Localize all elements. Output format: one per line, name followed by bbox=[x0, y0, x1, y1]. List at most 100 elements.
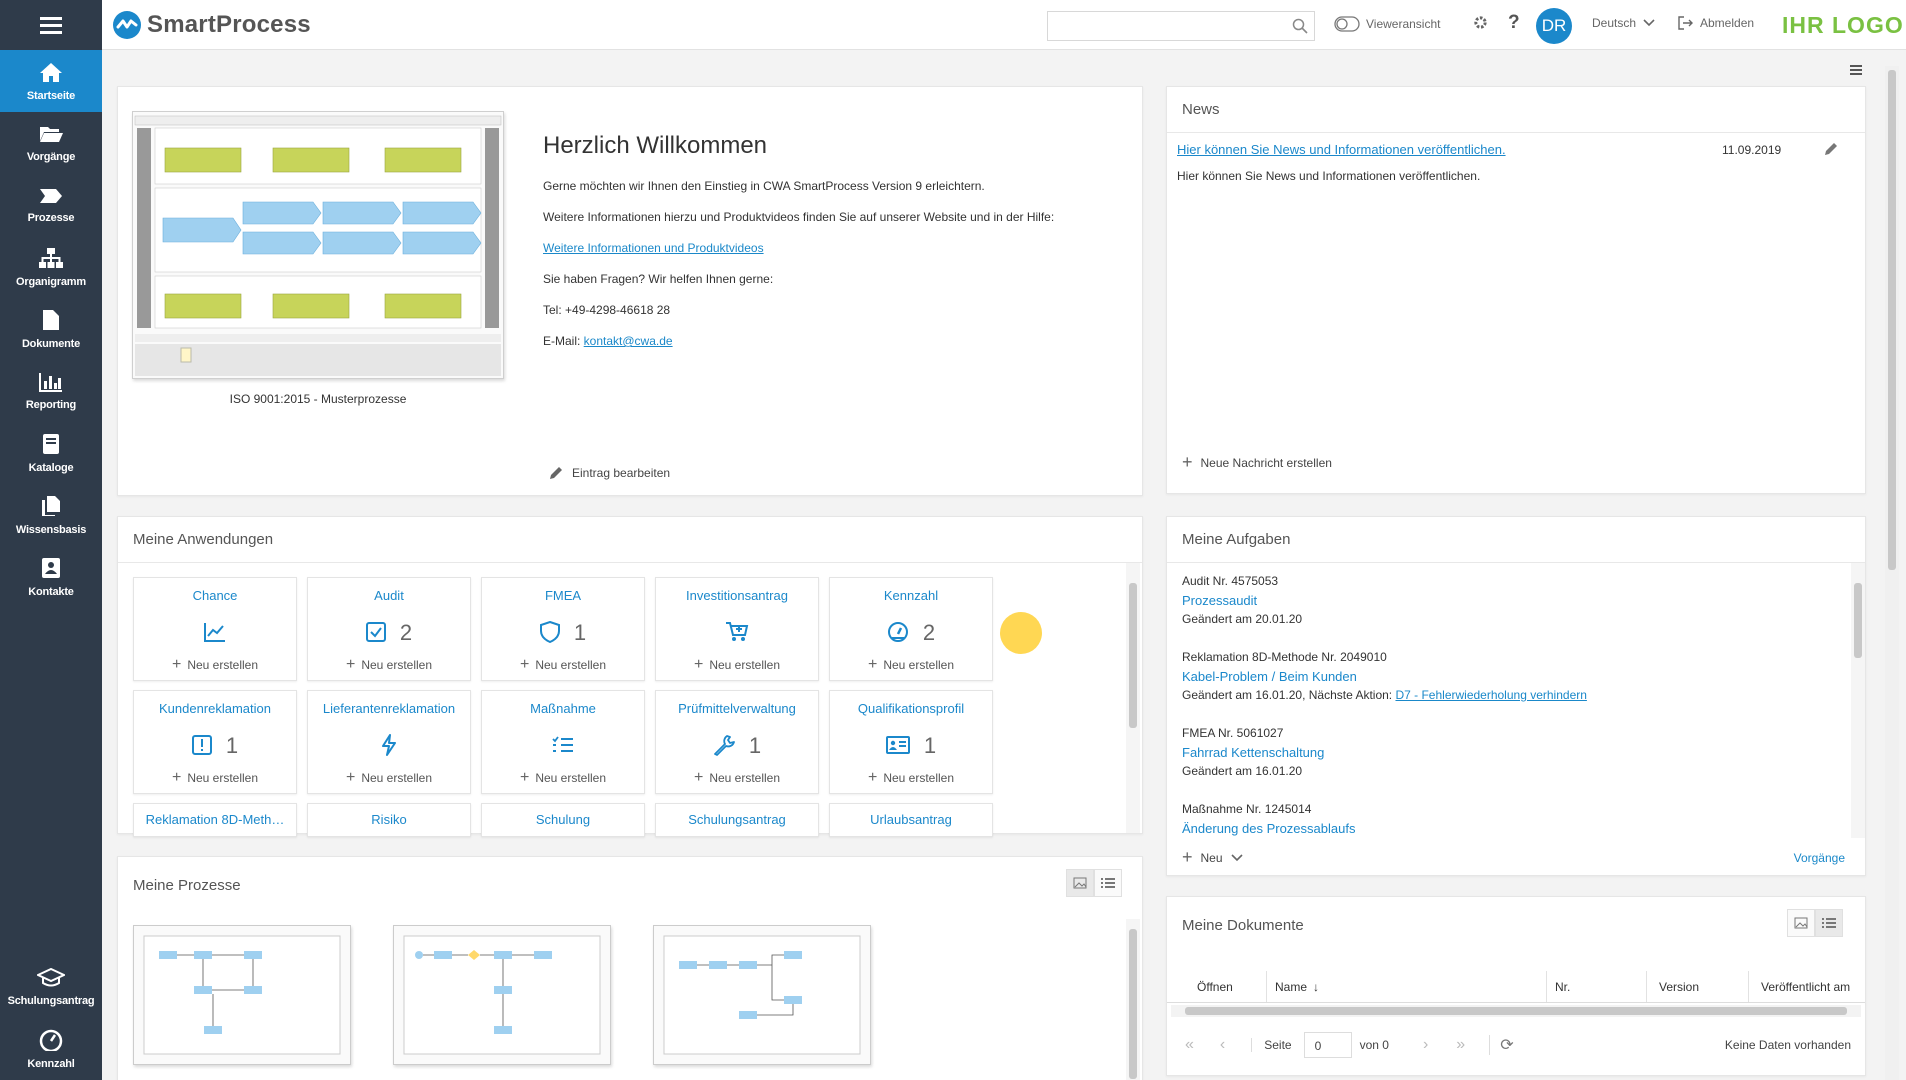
product-videos-link[interactable]: Weitere Informationen und Produktvideos bbox=[543, 241, 764, 255]
new-entry-button[interactable]: + Neu erstellen bbox=[482, 769, 644, 787]
app-tile-title[interactable]: Maßnahme bbox=[482, 701, 644, 716]
app-tile-title[interactable]: Prüfmittelverwaltung bbox=[656, 701, 818, 716]
app-tile-lieferantenreklamation[interactable]: Lieferantenreklamation + Neu erstellen bbox=[307, 690, 471, 794]
app-tile-title[interactable]: Chance bbox=[134, 588, 296, 603]
search-icon[interactable] bbox=[1292, 18, 1308, 34]
sidebar-item-dokumente[interactable]: Dokumente bbox=[0, 298, 102, 360]
search-input[interactable] bbox=[1047, 11, 1315, 41]
list-view-button[interactable] bbox=[1094, 869, 1122, 897]
apps-scrollbar[interactable] bbox=[1126, 563, 1140, 833]
viewer-toggle[interactable]: Vieweransicht bbox=[1334, 16, 1440, 32]
sidebar-item-kataloge[interactable]: Kataloge bbox=[0, 422, 102, 484]
task-link[interactable]: Prozessaudit bbox=[1182, 591, 1862, 610]
processes-link[interactable]: Vorgänge bbox=[1794, 851, 1845, 865]
new-task-button[interactable]: + Neu bbox=[1182, 847, 1243, 868]
app-tile-chance[interactable]: Chance + Neu erstellen bbox=[133, 577, 297, 681]
process-map-thumbnail[interactable] bbox=[132, 111, 504, 379]
app-tile-title[interactable]: Kundenreklamation bbox=[134, 701, 296, 716]
sidebar-item-vorgänge[interactable]: Vorgänge bbox=[0, 112, 102, 174]
new-entry-button[interactable]: + Neu erstellen bbox=[308, 656, 470, 674]
sidebar-item-kennzahl[interactable]: Kennzahl bbox=[0, 1018, 102, 1080]
app-tile-title[interactable]: FMEA bbox=[482, 588, 644, 603]
sidebar-item-schulungsantrag[interactable]: Schulungsantrag bbox=[0, 956, 102, 1018]
app-tile[interactable]: Urlaubsantrag bbox=[829, 803, 993, 837]
app-tile-kundenreklamation[interactable]: Kundenreklamation 1 + Neu erstellen bbox=[133, 690, 297, 794]
app-tile[interactable]: Reklamation 8D-Meth… bbox=[133, 803, 297, 837]
help-button[interactable]: ? bbox=[1508, 12, 1520, 34]
new-entry-button[interactable]: + Neu erstellen bbox=[134, 656, 296, 674]
app-tile-title[interactable]: Qualifikationsprofil bbox=[830, 701, 992, 716]
app-tile-audit[interactable]: Audit 2 + Neu erstellen bbox=[307, 577, 471, 681]
add-news-button[interactable]: + Neue Nachricht erstellen bbox=[1182, 452, 1332, 473]
app-tile-investitionsantrag[interactable]: Investitionsantrag + Neu erstellen bbox=[655, 577, 819, 681]
app-tile-title[interactable]: Schulung bbox=[482, 812, 644, 827]
app-tile-fmea[interactable]: FMEA 1 + Neu erstellen bbox=[481, 577, 645, 681]
page-input[interactable]: 0 bbox=[1303, 1032, 1352, 1058]
app-tile[interactable]: Schulungsantrag bbox=[655, 803, 819, 837]
process-thumbnail[interactable] bbox=[133, 925, 351, 1065]
app-tile-maßnahme[interactable]: Maßnahme + Neu erstellen bbox=[481, 690, 645, 794]
app-tile-title[interactable]: Investitionsantrag bbox=[656, 588, 818, 603]
app-tile-title[interactable]: Risiko bbox=[308, 812, 470, 827]
task-link[interactable]: Fahrrad Kettenschaltung bbox=[1182, 743, 1862, 762]
new-entry-button[interactable]: + Neu erstellen bbox=[656, 769, 818, 787]
col-number[interactable]: Nr. bbox=[1547, 971, 1647, 1002]
col-version[interactable]: Version bbox=[1647, 971, 1749, 1002]
process-thumbnail[interactable] bbox=[653, 925, 871, 1065]
pencil-icon[interactable] bbox=[1823, 141, 1839, 157]
list-view-button[interactable] bbox=[1815, 909, 1843, 937]
new-entry-button[interactable]: + Neu erstellen bbox=[134, 769, 296, 787]
process-thumbnail[interactable] bbox=[393, 925, 611, 1065]
settings-button[interactable] bbox=[1472, 14, 1489, 31]
tile-view-button[interactable] bbox=[1787, 909, 1815, 937]
email-link[interactable]: kontakt@cwa.de bbox=[584, 334, 673, 348]
app-tile[interactable]: Risiko bbox=[307, 803, 471, 837]
app-tile-title[interactable]: Audit bbox=[308, 588, 470, 603]
app-tile-title[interactable]: Lieferantenreklamation bbox=[308, 701, 470, 716]
processes-scrollbar[interactable] bbox=[1126, 919, 1140, 1080]
task-link[interactable]: Änderung des Prozessablaufs bbox=[1182, 819, 1862, 838]
app-tile-title[interactable]: Schulungsantrag bbox=[656, 812, 818, 827]
news-item-link[interactable]: Hier können Sie News und Informationen v… bbox=[1177, 142, 1506, 157]
col-open[interactable]: Öffnen bbox=[1167, 971, 1267, 1002]
panel-menu-button[interactable] bbox=[1850, 63, 1862, 78]
tasks-scrollbar[interactable] bbox=[1851, 563, 1865, 838]
sidebar-item-prozesse[interactable]: Prozesse bbox=[0, 174, 102, 236]
app-tile-title[interactable]: Kennzahl bbox=[830, 588, 992, 603]
refresh-icon[interactable]: ⟳ bbox=[1489, 1035, 1514, 1055]
first-page-icon[interactable]: « bbox=[1185, 1036, 1194, 1054]
apps-panel: Meine Anwendungen Chance + Neu erstellen Au… bbox=[117, 516, 1143, 837]
app-tile-title[interactable]: Reklamation 8D-Meth… bbox=[134, 812, 296, 827]
sidebar-item-startseite[interactable]: Startseite bbox=[0, 50, 102, 112]
next-page-icon[interactable]: › bbox=[1423, 1036, 1428, 1054]
page-scrollbar[interactable] bbox=[1885, 66, 1899, 1080]
sidebar-item-organigramm[interactable]: Organigramm bbox=[0, 236, 102, 298]
new-entry-button[interactable]: + Neu erstellen bbox=[656, 656, 818, 674]
sidebar-item-wissensbasis[interactable]: Wissensbasis bbox=[0, 484, 102, 546]
app-tile[interactable]: Schulung bbox=[481, 803, 645, 837]
new-entry-button[interactable]: + Neu erstellen bbox=[830, 769, 992, 787]
new-entry-button[interactable]: + Neu erstellen bbox=[308, 769, 470, 787]
language-select[interactable]: Deutsch bbox=[1592, 16, 1656, 30]
menu-toggle-button[interactable] bbox=[0, 0, 102, 50]
col-name[interactable]: Name ↓ bbox=[1267, 971, 1547, 1002]
sidebar-item-kontakte[interactable]: Kontakte bbox=[0, 546, 102, 608]
edit-entry-button[interactable]: Eintrag bearbeiten bbox=[548, 465, 670, 481]
logout-button[interactable]: Abmelden bbox=[1678, 16, 1754, 30]
app-tile-kennzahl[interactable]: Kennzahl 2 + Neu erstellen bbox=[829, 577, 993, 681]
app-tile-title[interactable]: Urlaubsantrag bbox=[830, 812, 992, 827]
app-logo[interactable]: SmartProcess bbox=[112, 10, 311, 40]
user-avatar[interactable]: DR bbox=[1536, 8, 1572, 44]
new-entry-button[interactable]: + Neu erstellen bbox=[482, 656, 644, 674]
documents-hscrollbar[interactable] bbox=[1171, 1005, 1861, 1017]
task-link[interactable]: Kabel-Problem / Beim Kunden bbox=[1182, 667, 1862, 686]
sidebar-item-reporting[interactable]: Reporting bbox=[0, 360, 102, 422]
app-tile-qualifikationsprofil[interactable]: Qualifikationsprofil 1 + Neu erstellen bbox=[829, 690, 993, 794]
prev-page-icon[interactable]: ‹ bbox=[1220, 1036, 1225, 1054]
last-page-icon[interactable]: » bbox=[1456, 1036, 1465, 1054]
next-action-link[interactable]: D7 - Fehlerwiederholung verhindern bbox=[1395, 688, 1586, 702]
app-tile-prüfmittelverwaltung[interactable]: Prüfmittelverwaltung 1 + Neu erstellen bbox=[655, 690, 819, 794]
tile-view-button[interactable] bbox=[1066, 869, 1094, 897]
col-published[interactable]: Veröffentlicht am bbox=[1749, 971, 1865, 1002]
new-entry-button[interactable]: + Neu erstellen bbox=[830, 656, 992, 674]
